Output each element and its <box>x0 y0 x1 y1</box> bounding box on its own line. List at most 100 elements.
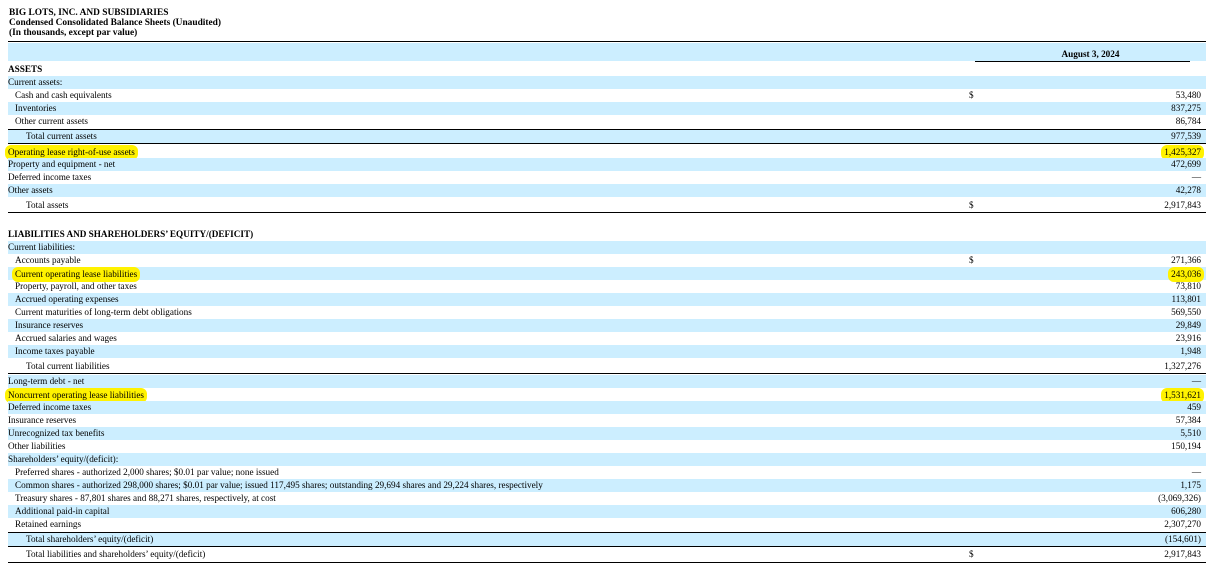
row-label: Treasury shares - 87,801 shares and 88,2… <box>15 493 276 503</box>
row-value: 5,510 <box>1180 428 1201 438</box>
row-label: Total shareholders’ equity/(deficit) <box>26 534 154 544</box>
row-label: LIABILITIES AND SHAREHOLDERS’ EQUITY/(DE… <box>8 229 254 239</box>
row-value: 837,275 <box>1171 103 1201 113</box>
column-header-rule <box>975 61 1190 62</box>
table-row: Current operating lease liabilities 243,0… <box>8 267 1206 282</box>
row-label: Total current assets <box>26 131 97 141</box>
table-row: Other liabilities 150,194 <box>8 440 1206 453</box>
row-value: 1,327,276 <box>1164 361 1201 371</box>
row-label: Current assets: <box>8 77 63 87</box>
row-value: 53,480 <box>1175 90 1201 100</box>
row-label: Property, payroll, and other taxes <box>15 281 137 291</box>
row-value: 2,917,843 <box>1164 200 1201 210</box>
table-row: Other assets 42,278 <box>8 184 1206 197</box>
row-value: 1,948 <box>1180 346 1201 356</box>
table-row: Total assets $2,917,843 <box>8 199 1206 212</box>
row-value: — <box>1191 376 1201 386</box>
row-label: ASSETS <box>8 64 43 74</box>
table-row: Property, payroll, and other taxes 73,810 <box>8 280 1206 293</box>
row-label: Insurance reserves <box>8 415 77 425</box>
row-label: Current liabilities: <box>8 242 76 252</box>
table-row: Unrecognized tax benefits 5,510 <box>8 427 1206 440</box>
dollar-sign: $ <box>969 549 974 559</box>
table-row: Accrued operating expenses 113,801 <box>8 293 1206 306</box>
row-value: 606,280 <box>1171 506 1201 516</box>
table-row: Treasury shares - 87,801 shares and 88,2… <box>8 492 1206 505</box>
dollar-sign: $ <box>969 90 974 100</box>
row-value: 42,278 <box>1175 185 1201 195</box>
dollar-sign: $ <box>969 255 974 265</box>
row-label: Total current liabilities <box>26 361 110 371</box>
row-label: Deferred income taxes <box>8 172 92 182</box>
row-label: Current maturities of long-term debt obl… <box>15 307 192 317</box>
table-row: Total shareholders’ equity/(deficit) (154… <box>8 533 1206 546</box>
table-row: Total current assets 977,539 <box>8 130 1206 143</box>
row-value: 459 <box>1187 402 1201 412</box>
row-label: Retained earnings <box>15 519 82 529</box>
table-row: Inventories 837,275 <box>8 102 1206 115</box>
row-value: — <box>1191 467 1201 477</box>
row-value: 2,917,843 <box>1164 549 1201 559</box>
row-value: 472,699 <box>1171 159 1201 169</box>
table-row: Operating lease right-of-use assets 1,425… <box>5 145 1206 160</box>
row-label: Other assets <box>8 185 53 195</box>
row-value: 113,801 <box>1171 294 1201 304</box>
table-row: Noncurrent operating lease liabilities 1,… <box>5 388 1206 403</box>
row-value: 2,307,270 <box>1164 519 1201 529</box>
row-value: 271,366 <box>1171 255 1201 265</box>
row-value: 29,849 <box>1175 320 1201 330</box>
table-row: Property and equipment - net 472,699 <box>8 158 1206 171</box>
dollar-sign: $ <box>969 200 974 210</box>
top-rule <box>8 41 1206 42</box>
row-label: Insurance reserves <box>15 320 84 330</box>
table-row: Deferred income taxes — <box>8 171 1206 184</box>
table-row: Current maturities of long-term debt obl… <box>8 306 1206 319</box>
table-row: Long-term debt - net — <box>8 375 1206 388</box>
company-name: BIG LOTS, INC. AND SUBSIDIARIES <box>9 8 169 18</box>
row-label: Shareholders’ equity/(deficit): <box>8 454 119 464</box>
table-row: Cash and cash equivalents $53,480 <box>8 89 1206 102</box>
row-label: Additional paid-in capital <box>15 506 110 516</box>
row-value: 1,175 <box>1180 480 1201 490</box>
table-row: Additional paid-in capital 606,280 <box>8 505 1206 518</box>
row-value: 57,384 <box>1175 415 1201 425</box>
row-label: Inventories <box>15 103 57 113</box>
table-row: Insurance reserves 57,384 <box>8 414 1206 427</box>
row-label: Cash and cash equivalents <box>15 90 112 100</box>
row-label: Unrecognized tax benefits <box>8 428 105 438</box>
rule-before-total-current-assets <box>8 129 1206 130</box>
table-row: Total current liabilities 1,327,276 <box>8 360 1206 373</box>
row-value: 73,810 <box>1175 281 1201 291</box>
rule-before-total-equity <box>8 532 1206 533</box>
row-value: 23,916 <box>1175 333 1201 343</box>
row-label: Other liabilities <box>8 441 66 451</box>
table-row: Income taxes payable 1,948 <box>8 345 1206 358</box>
column-header-row: August 3, 2024 <box>8 48 1206 61</box>
row-label: Accrued salaries and wages <box>15 333 117 343</box>
row-value: (154,601) <box>1165 534 1201 544</box>
table-row: Preferred shares - authorized 2,000 shar… <box>8 466 1206 479</box>
rule-bottom <box>8 562 1206 563</box>
row-label: Income taxes payable <box>15 346 95 356</box>
units-note: (In thousands, except par value) <box>9 28 138 38</box>
column-header-date: August 3, 2024 <box>1061 49 1120 59</box>
table-row: Accrued salaries and wages 23,916 <box>8 332 1206 345</box>
row-label: Preferred shares - authorized 2,000 shar… <box>15 467 279 477</box>
rule-after-total-assets <box>8 212 1206 213</box>
row-value: (3,069,326) <box>1158 493 1201 503</box>
row-value: 569,550 <box>1171 307 1201 317</box>
table-row: Accounts payable $271,366 <box>8 254 1206 267</box>
table-row: Other current assets 86,784 <box>8 115 1206 128</box>
row-label: Other current assets <box>15 116 88 126</box>
table-row: ASSETS <box>8 63 1206 76</box>
table-row: Retained earnings 2,307,270 <box>8 518 1206 531</box>
row-value: 86,784 <box>1175 116 1201 126</box>
row-value: 150,194 <box>1171 441 1201 451</box>
row-label: Total assets <box>26 200 69 210</box>
table-row: Shareholders’ equity/(deficit): <box>8 453 1206 466</box>
row-value: 977,539 <box>1171 131 1201 141</box>
row-label: Common shares - authorized 298,000 share… <box>15 480 543 490</box>
table-row: Deferred income taxes 459 <box>8 401 1206 414</box>
table-row: Current liabilities: <box>8 241 1206 254</box>
statement-title: Condensed Consolidated Balance Sheets (U… <box>9 18 222 28</box>
